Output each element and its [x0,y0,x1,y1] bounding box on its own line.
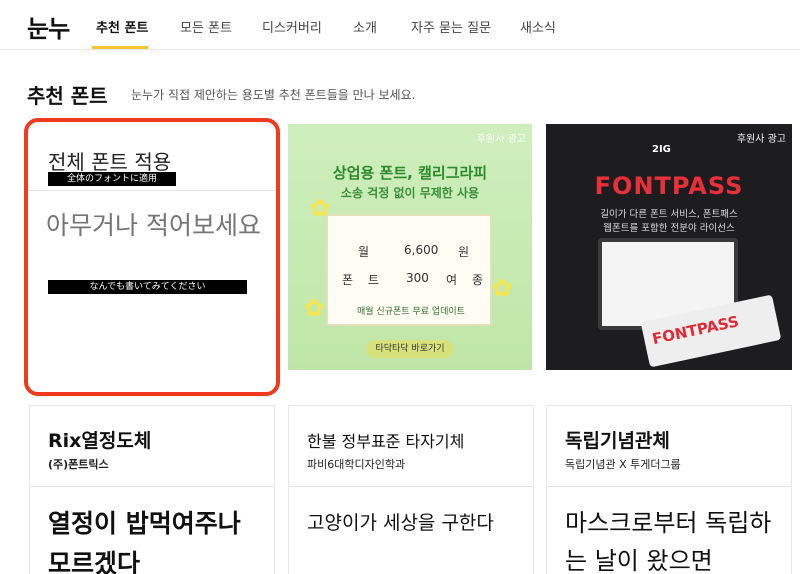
font-maker: 파비6대학디자인학과 [307,458,406,471]
logo[interactable]: 눈누 [27,9,70,44]
divider [28,190,276,191]
sponsor-ad-fontpass[interactable]: 후원사 광고 2IG FONTPASS 길이가 다른 폰트 서비스, 폰트패스 … [546,124,792,370]
divider [289,486,533,487]
tab-news[interactable]: 새소식 [520,17,556,36]
flower-icon: ✿ [492,274,513,302]
divider [30,486,274,487]
top-nav: 눈누 추천 폰트 모든 폰트 디스커버리 소개 자주 묻는 질문 새소식 [0,0,800,50]
font-card[interactable]: Rix열정도체 (주)폰트릭스 열정이 밥먹여주나 모르겠다 [29,405,275,574]
ad-cta-button[interactable]: 타닥타닥 바로가기 [366,340,454,358]
font-name: Rix열정도체 [48,430,152,452]
ad-title: 상업용 폰트, 캘리그라피 [332,164,488,182]
tab-recommended[interactable]: 추천 폰트 [96,17,148,36]
font-sample-text: 고양이가 세상을 구한다 [307,512,494,534]
font-sample-text: 마스크로부터 독립하는 날이 왔으면 [565,509,772,574]
placeholder-translation-label: なんでも書いてみてください [48,280,247,294]
ticket-text: FONTPASS [650,312,741,349]
tab-all-fonts[interactable]: 모든 폰트 [180,17,232,36]
brand-logo: 2IG [652,144,671,155]
active-tab-indicator [92,46,148,49]
font-maker: 독립기념관 X 투게더그룹 [565,458,681,471]
count-row: 폰 트 300 여 종 [342,271,484,287]
flower-icon: ✿ [304,294,325,322]
section-title: 추천 폰트 [27,84,108,108]
apply-all-title: 전체 폰트 적용 [48,150,172,174]
font-name: 한불 정부표준 타자기체 [307,432,465,451]
font-sample-text: 열정이 밥먹여주나 모르겠다 [48,509,241,574]
apply-all-fonts-card: 전체 폰트 적용 全体のフォントに適用 なんでも書いてみてください [24,118,280,396]
ad-line-2: 웹폰트를 포함한 전분야 라이선스 [603,223,735,234]
section-description: 눈누가 직접 제안하는 용도별 추천 폰트들을 만나 보세요. [131,88,416,102]
title-translation-label: 全体のフォントに適用 [48,172,176,186]
font-card[interactable]: 독립기념관체 독립기념관 X 투게더그룹 마스크로부터 독립하는 날이 왔으면 [546,405,792,574]
ad-line-1: 길이가 다른 폰트 서비스, 폰트패스 [600,209,738,220]
font-card[interactable]: 한불 정부표준 타자기체 파비6대학디자인학과 고양이가 세상을 구한다 [288,405,534,574]
tab-discovery[interactable]: 디스커버리 [262,17,322,36]
price-row: 월 6,600 원 [358,243,470,259]
price-board: 월 6,600 원 폰 트 300 여 종 매월 신규폰트 무료 업데이트 [326,214,492,326]
ad-footer: 매월 신규폰트 무료 업데이트 [357,307,465,317]
sponsor-ad-calligraphy[interactable]: 후원사 광고 상업용 폰트, 캘리그라피 소송 걱정 없이 무제한 사용 ✿ ✿… [288,124,532,370]
tab-about[interactable]: 소개 [353,17,377,36]
font-name: 독립기념관체 [565,430,670,452]
sponsor-tag: 후원사 광고 [736,134,786,145]
divider [547,486,791,487]
tab-faq[interactable]: 자주 묻는 질문 [411,17,491,36]
font-maker: (주)폰트릭스 [48,458,109,471]
ad-title: FONTPASS [594,172,744,200]
sponsor-tag: 후원사 광고 [476,134,526,145]
